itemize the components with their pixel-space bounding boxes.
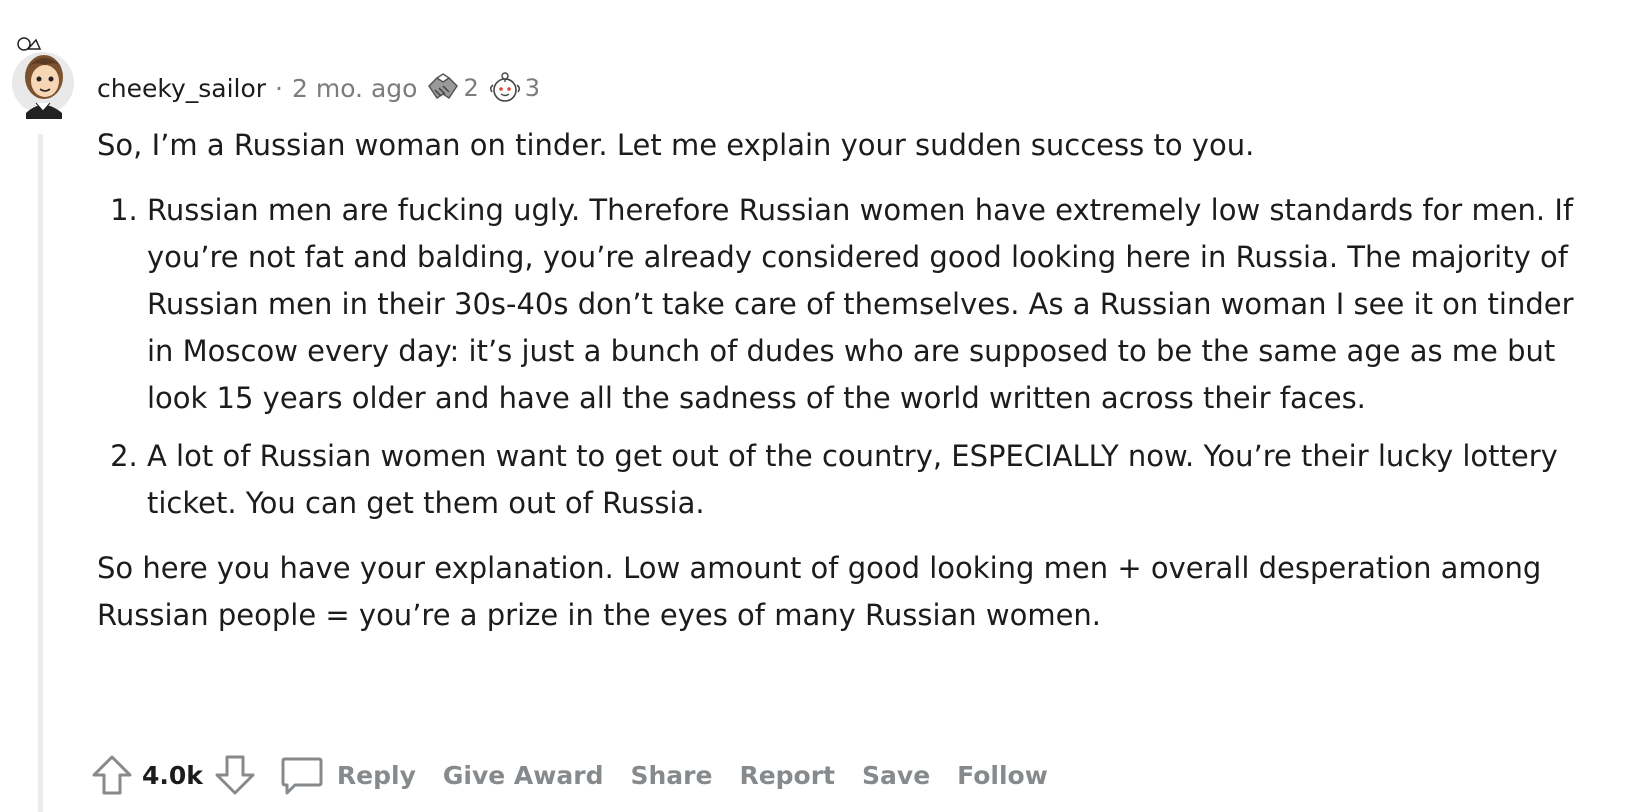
- upvote-button[interactable]: [90, 753, 134, 797]
- give-award-button[interactable]: Give Award: [443, 761, 604, 790]
- share-button[interactable]: Share: [630, 761, 712, 790]
- vote-score: 4.0k: [142, 760, 203, 790]
- reply-button[interactable]: Reply: [279, 753, 443, 797]
- comment-body: So, I’m a Russian woman on tinder. Let m…: [97, 122, 1597, 639]
- meta-separator: ·: [275, 73, 283, 103]
- upvote-arrow-icon: [92, 755, 132, 795]
- handshake-award-icon: [428, 73, 459, 100]
- comment-meta: cheeky_sailor · 2 mo. ago 2 3: [97, 66, 540, 110]
- comment-closing: So here you have your explanation. Low a…: [97, 551, 1542, 632]
- list-item: A lot of Russian women want to get out o…: [147, 433, 1597, 527]
- list-item: Russian men are fucking ugly. Therefore …: [147, 187, 1597, 422]
- award-wholesome[interactable]: 3: [487, 70, 540, 106]
- award-count: 3: [524, 74, 541, 102]
- downvote-button[interactable]: [213, 753, 257, 797]
- follow-button[interactable]: Follow: [957, 761, 1048, 790]
- timestamp-link[interactable]: 2 mo. ago: [292, 74, 417, 103]
- comment-actions: 4.0k Reply Give Award Share Report Save …: [90, 750, 1075, 800]
- username-link[interactable]: cheeky_sailor: [97, 74, 266, 103]
- reply-label: Reply: [336, 760, 416, 790]
- comment-intro: So, I’m a Russian woman on tinder. Let m…: [97, 128, 1255, 162]
- save-button[interactable]: Save: [862, 761, 930, 790]
- downvote-arrow-icon: [215, 755, 255, 795]
- thread-line[interactable]: [38, 134, 43, 812]
- user-avatar[interactable]: [8, 35, 78, 119]
- award-count: 2: [463, 74, 479, 102]
- avatar-icon: [12, 37, 74, 119]
- report-button[interactable]: Report: [739, 761, 835, 790]
- comment-bubble-icon: [281, 757, 323, 795]
- award-handshake[interactable]: 2: [425, 70, 479, 106]
- wholesome-award-icon: [489, 72, 520, 102]
- comment-list: Russian men are fucking ugly. Therefore …: [97, 187, 1597, 527]
